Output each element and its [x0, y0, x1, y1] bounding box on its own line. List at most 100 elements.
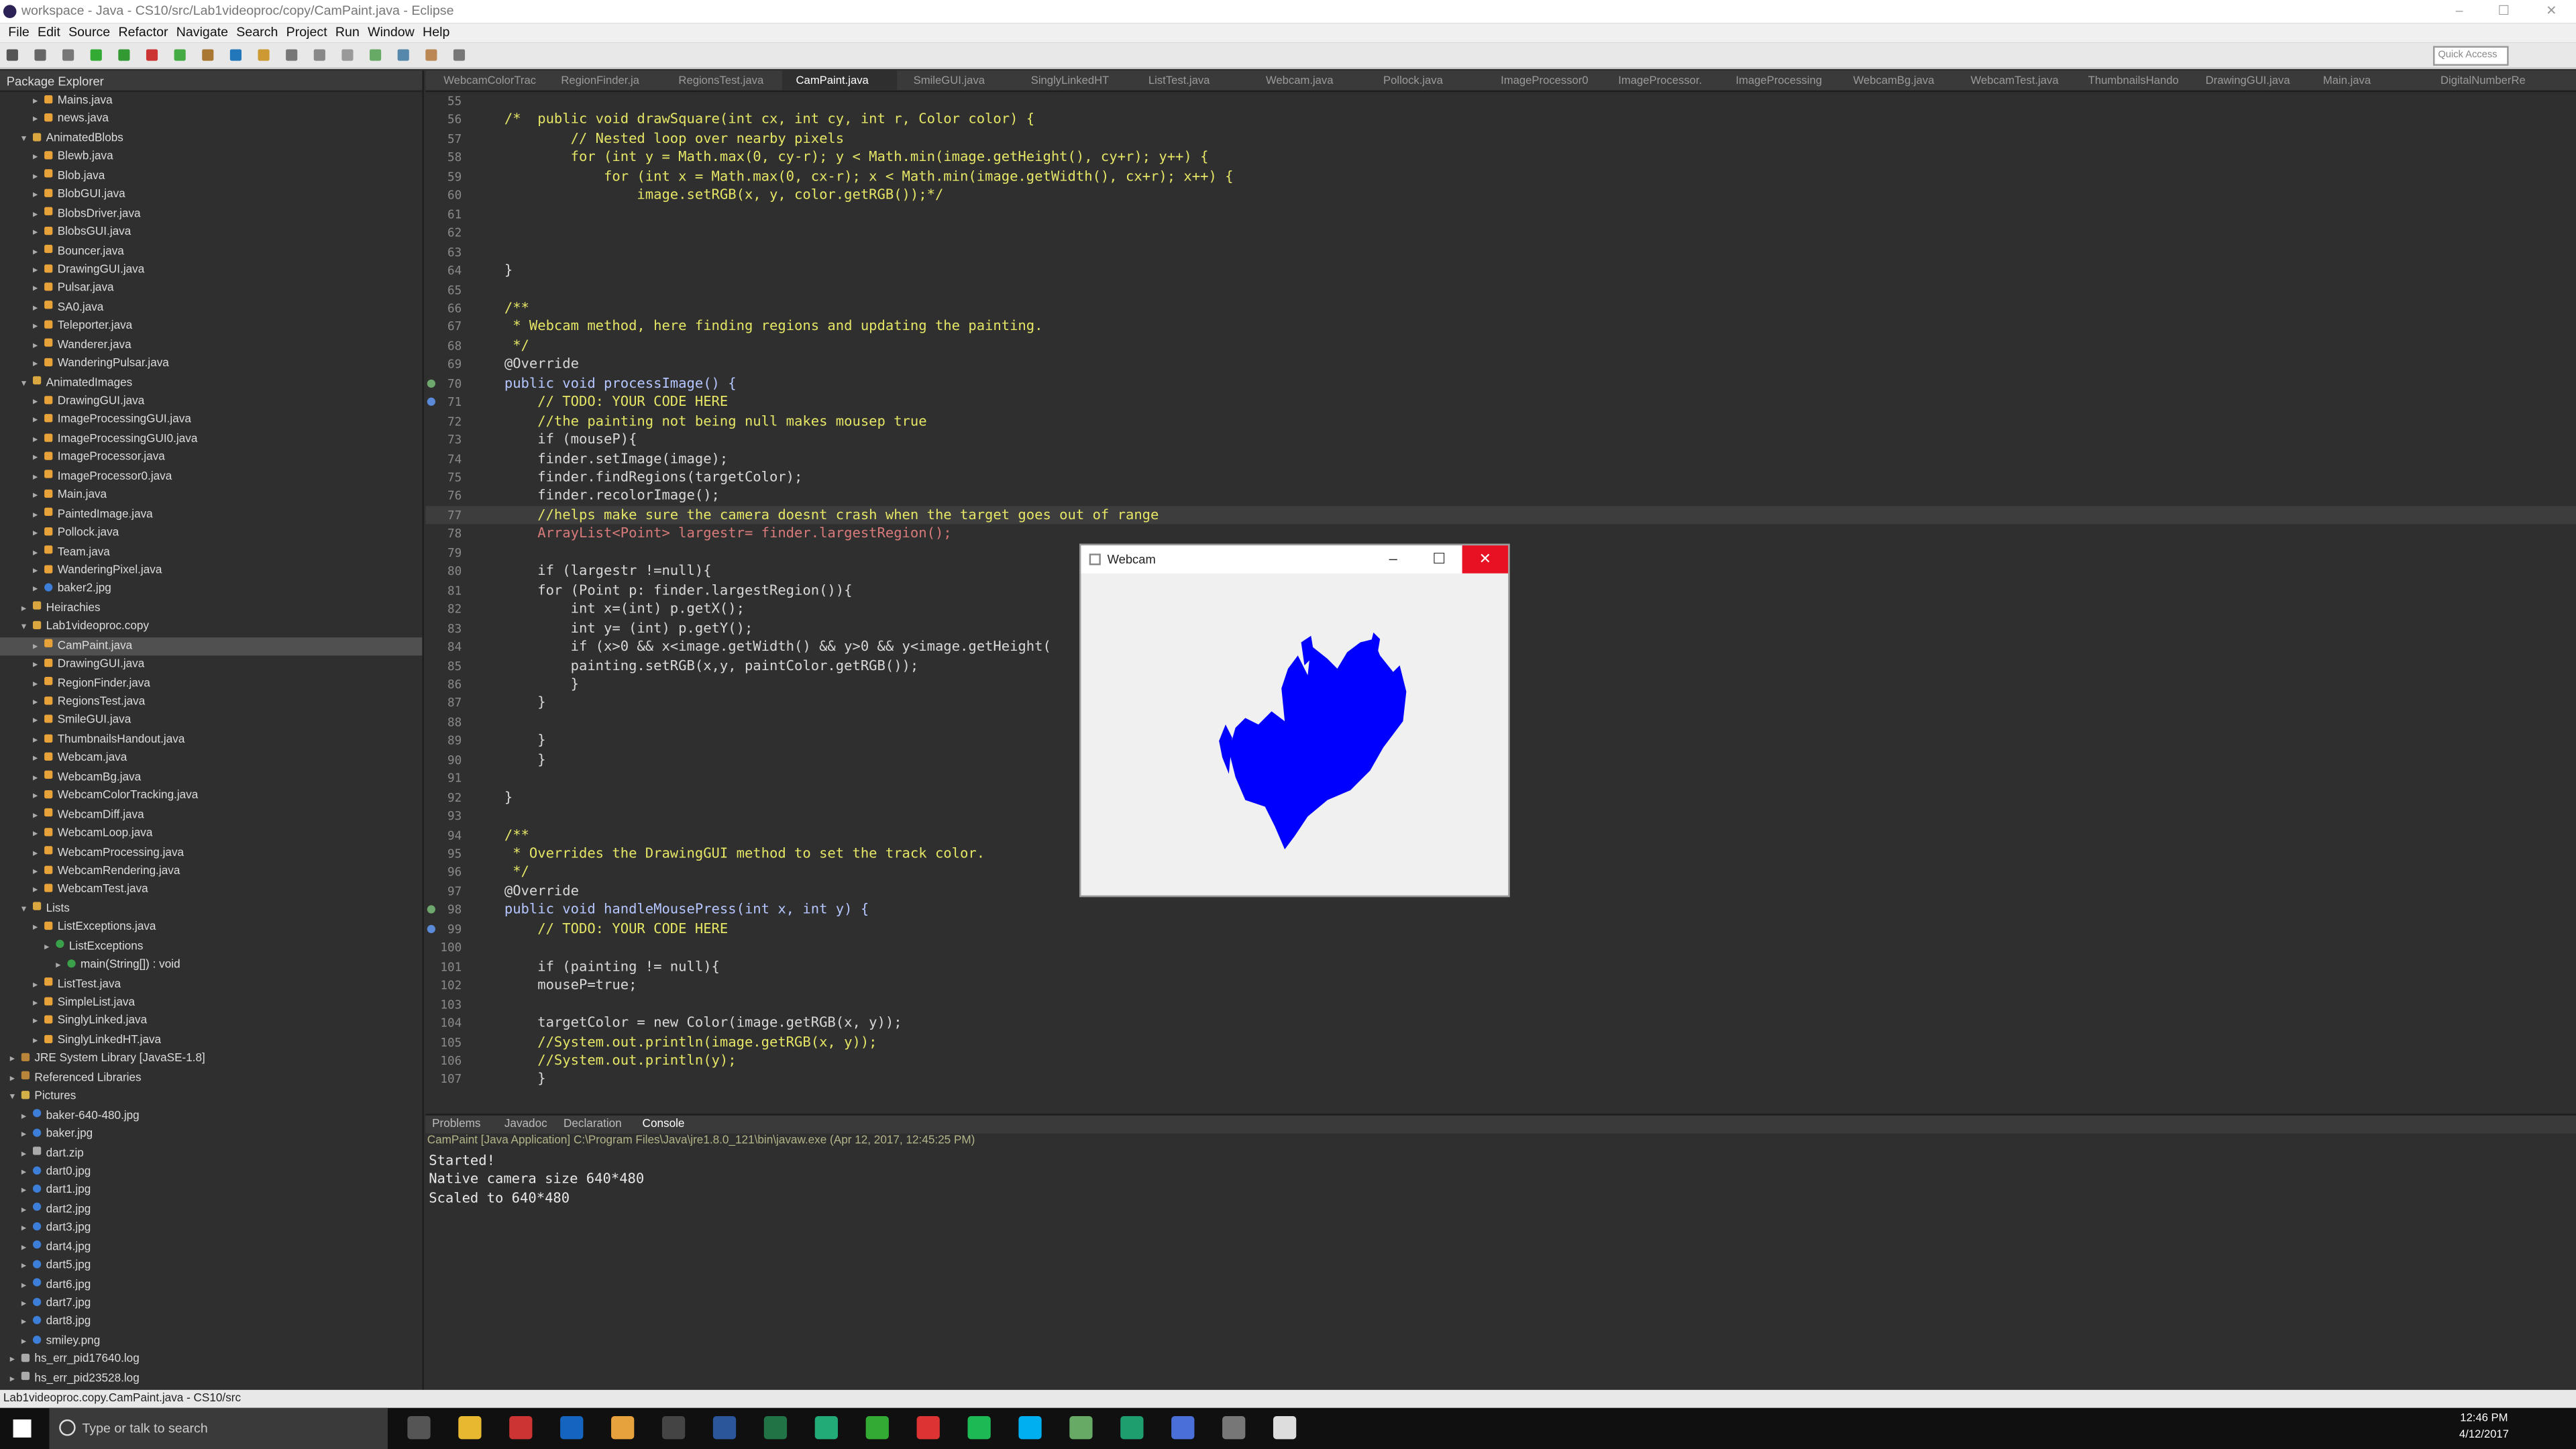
expand-arrow-icon[interactable]: ▸	[33, 564, 44, 582]
tree-item[interactable]: ▸ dart3.jpg	[0, 1220, 422, 1238]
tree-item[interactable]: ▸ ImageProcessingGUI.java	[0, 411, 422, 430]
expand-arrow-icon[interactable]: ▸	[33, 413, 44, 432]
expand-arrow-icon[interactable]: ▸	[33, 808, 44, 826]
tree-item[interactable]: ▸ WanderingPixel.java	[0, 561, 422, 580]
code-line[interactable]: 73 if (mouseP){	[425, 431, 2576, 449]
tab-digitalnumberre[interactable]: DigitalNumberRe	[2426, 70, 2540, 90]
expand-arrow-icon[interactable]: ▸	[33, 432, 44, 451]
tree-item[interactable]: ▸ WebcamDiff.java	[0, 806, 422, 825]
windows-start-icon[interactable]	[13, 1419, 32, 1438]
code-line[interactable]: 74 finder.setImage(image);	[425, 449, 2576, 468]
expand-arrow-icon[interactable]: ▸	[33, 526, 44, 545]
tree-item[interactable]: ▸ Heirachies	[0, 599, 422, 618]
painting-canvas[interactable]	[1081, 574, 1508, 896]
taskbar-app-icon[interactable]	[1222, 1416, 1246, 1440]
tree-item[interactable]: ▸ smiley.png	[0, 1332, 422, 1351]
expand-arrow-icon[interactable]: ▸	[33, 244, 44, 263]
expand-arrow-icon[interactable]: ▸	[33, 394, 44, 413]
tree-item[interactable]: ▸ BlobsGUI.java	[0, 223, 422, 242]
expand-arrow-icon[interactable]: ▸	[21, 1258, 33, 1277]
code-line[interactable]: 78 ArrayList<Point> largestr= finder.lar…	[425, 525, 2576, 543]
menu-window[interactable]: Window	[368, 25, 415, 40]
tree-item[interactable]: ▸ Blewb.java	[0, 148, 422, 167]
tree-item[interactable]: ▸ ImageProcessor0.java	[0, 468, 422, 486]
menu-source[interactable]: Source	[68, 25, 110, 40]
tree-item[interactable]: ▸ SimpleList.java	[0, 994, 422, 1013]
console-tab-console[interactable]: Console	[643, 1116, 685, 1134]
toolbar-button-icon[interactable]	[313, 49, 325, 61]
toolbar-button-icon[interactable]	[370, 49, 382, 61]
toolbar-button-icon[interactable]	[174, 49, 186, 61]
taskbar-app-icon[interactable]	[407, 1416, 431, 1440]
expand-arrow-icon[interactable]: ▸	[21, 1202, 33, 1221]
menu-file[interactable]: File	[8, 25, 30, 40]
expand-arrow-icon[interactable]: ▸	[33, 263, 44, 282]
tree-item[interactable]: ▸ DrawingGUI.java	[0, 392, 422, 411]
expand-arrow-icon[interactable]: ▸	[21, 1296, 33, 1315]
expand-arrow-icon[interactable]: ▸	[33, 319, 44, 338]
taskbar-app-icon[interactable]	[916, 1416, 940, 1440]
tree-item[interactable]: ▸ Pulsar.java	[0, 280, 422, 299]
tree-item[interactable]: ▸ Pollock.java	[0, 524, 422, 543]
tree-item[interactable]: ▸ ListExceptions	[0, 938, 422, 957]
tab-smilegui-java[interactable]: SmileGUI.java	[899, 70, 1014, 90]
expand-arrow-icon[interactable]: ▸	[33, 751, 44, 770]
taskbar-app-icon[interactable]	[814, 1416, 838, 1440]
expand-arrow-icon[interactable]: ▸	[33, 188, 44, 207]
expand-arrow-icon[interactable]: ▸	[33, 714, 44, 733]
expand-arrow-icon[interactable]: ▸	[33, 770, 44, 789]
toolbar-button-icon[interactable]	[397, 49, 409, 61]
tree-item[interactable]: ▸ RegionsTest.java	[0, 693, 422, 712]
console-tab-javadoc[interactable]: Javadoc	[504, 1116, 547, 1134]
expand-arrow-icon[interactable]: ▸	[33, 639, 44, 657]
tree-item[interactable]: ▸ ListTest.java	[0, 975, 422, 994]
taskbar-app-icon[interactable]	[712, 1416, 737, 1440]
expand-arrow-icon[interactable]: ▸	[33, 1014, 44, 1033]
tab-imageprocessing[interactable]: ImageProcessing	[1721, 70, 1835, 90]
taskbar-app-icon[interactable]	[509, 1416, 533, 1440]
code-line[interactable]: 65	[425, 280, 2576, 299]
menu-search[interactable]: Search	[236, 25, 278, 40]
expand-arrow-icon[interactable]: ▸	[21, 1221, 33, 1240]
code-line[interactable]: 61	[425, 205, 2576, 223]
tree-item[interactable]: ▸ WebcamTest.java	[0, 881, 422, 900]
tree-item[interactable]: ▸ dart2.jpg	[0, 1201, 422, 1220]
menu-navigate[interactable]: Navigate	[176, 25, 228, 40]
code-line[interactable]: 55	[425, 92, 2576, 111]
expand-arrow-icon[interactable]: ▸	[33, 920, 44, 939]
taskbar-app-icon[interactable]	[1069, 1416, 1093, 1440]
tab-singlylinkedht[interactable]: SinglyLinkedHT	[1016, 70, 1131, 90]
expand-arrow-icon[interactable]: ▸	[21, 601, 33, 620]
expand-arrow-icon[interactable]: ▸	[33, 113, 44, 131]
expand-arrow-icon[interactable]: ▸	[33, 582, 44, 601]
taskbar-app-icon[interactable]	[967, 1416, 991, 1440]
tab-imageprocessor-[interactable]: ImageProcessor.	[1603, 70, 1718, 90]
code-line[interactable]: 59 for (int x = Math.max(0, cx-r); x < M…	[425, 167, 2576, 186]
tree-item[interactable]: ▸ WebcamLoop.java	[0, 825, 422, 844]
tree-item[interactable]: ▸ dart6.jpg	[0, 1276, 422, 1295]
code-line[interactable]: 101 if (painting != null){	[425, 957, 2576, 976]
tree-item[interactable]: ▾ Lists	[0, 900, 422, 919]
toolbar-button-icon[interactable]	[118, 49, 130, 61]
tree-item[interactable]: ▸ BlobsDriver.java	[0, 205, 422, 223]
tree-item[interactable]: ▸ BlobGUI.java	[0, 186, 422, 205]
tab-imageprocessor0[interactable]: ImageProcessor0	[1486, 70, 1601, 90]
code-line[interactable]: 98 public void handleMousePress(int x, in…	[425, 901, 2576, 920]
code-line[interactable]: 56 /* public void drawSquare(int cx, int …	[425, 111, 2576, 129]
toolbar-button-icon[interactable]	[286, 49, 298, 61]
code-line[interactable]: 63	[425, 242, 2576, 261]
code-line[interactable]: 106 //System.out.println(y);	[425, 1051, 2576, 1070]
code-line[interactable]: 58 for (int y = Math.max(0, cy-r); y < M…	[425, 148, 2576, 167]
expand-arrow-icon[interactable]: ▸	[21, 1146, 33, 1165]
tree-item[interactable]: ▸ CamPaint.java	[0, 637, 423, 657]
expand-arrow-icon[interactable]: ▸	[33, 357, 44, 376]
code-line[interactable]: 66 /**	[425, 299, 2576, 318]
code-line[interactable]: 69 @Override	[425, 356, 2576, 374]
tab-webcam-java[interactable]: Webcam.java	[1251, 70, 1366, 90]
expand-arrow-icon[interactable]: ▸	[33, 488, 44, 507]
code-line[interactable]: 105 //System.out.println(image.getRGB(x,…	[425, 1032, 2576, 1051]
webcam-window[interactable]: Webcam – ☐ ✕	[1079, 543, 1510, 898]
toolbar-button-icon[interactable]	[146, 49, 158, 61]
taskbar-app-icon[interactable]	[661, 1416, 686, 1440]
tree-item[interactable]: ▸ Team.java	[0, 543, 422, 561]
